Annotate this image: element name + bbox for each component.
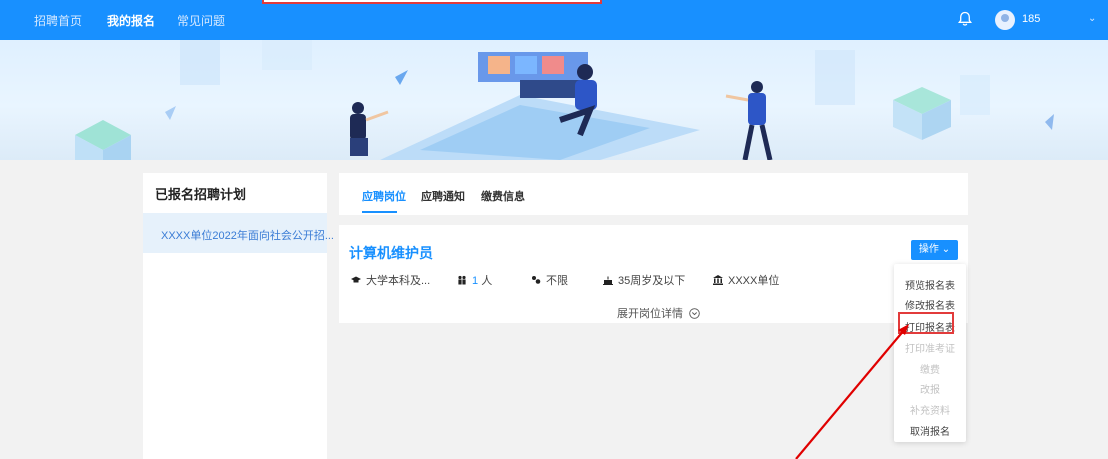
job-card: 计算机维护员 大学本科及... 1 人 不限 35周岁及以下 XXXX单位 展开… (339, 225, 968, 323)
education-value: 大学本科及... (366, 275, 431, 287)
employer-unit: XXXX单位 (713, 272, 779, 288)
graduation-cap-icon (351, 276, 361, 283)
operation-dropdown-menu: 预览报名表 修改报名表 打印报名表 打印准考证 缴费 改报 补充资料 取消报名 (894, 264, 966, 442)
highlight-box-top (262, 0, 602, 4)
education-requirement: 大学本科及... (351, 272, 430, 288)
tab-payment-info[interactable]: 缴费信息 (481, 188, 525, 204)
highlight-box-print-form (898, 312, 954, 334)
menu-item-edit-form[interactable]: 修改报名表 (894, 297, 966, 312)
menu-item-cancel-registration[interactable]: 取消报名 (894, 423, 966, 438)
panel-title: 已报名招聘计划 (155, 187, 247, 202)
chevron-down-circle-icon (689, 308, 700, 319)
menu-item-print-admission-ticket[interactable]: 打印准考证 (894, 340, 966, 355)
username[interactable]: 185 (1022, 13, 1040, 25)
menu-item-supplement-materials[interactable]: 补充资料 (894, 402, 966, 417)
chevron-down-icon[interactable]: ⌄ (1088, 13, 1096, 24)
expand-details-link[interactable]: 展开岗位详情 (617, 305, 700, 321)
headcount: 1 人 (457, 272, 492, 288)
bell-icon[interactable] (957, 11, 973, 27)
people-icon (458, 275, 466, 285)
registered-plans-panel: 已报名招聘计划 XXXX单位2022年面向社会公开招... (143, 173, 334, 459)
content-area (339, 323, 968, 459)
menu-item-payment[interactable]: 缴费 (894, 361, 966, 376)
tab-applied-position[interactable]: 应聘岗位 (362, 188, 406, 204)
headcount-value: 1 (472, 275, 479, 287)
top-nav-bar: 招聘首页 我的报名 常见问题 185 ⌄ (0, 0, 1108, 40)
operation-button-label: 操作 (918, 244, 939, 255)
tab-application-notice[interactable]: 应聘通知 (421, 188, 465, 204)
gender-value: 不限 (546, 275, 568, 287)
job-title: 计算机维护员 (349, 245, 433, 261)
banner-illustration (0, 40, 1108, 160)
tabs-bar: 应聘岗位 应聘通知 缴费信息 (339, 173, 968, 215)
plan-list-item[interactable]: XXXX单位2022年面向社会公开招... (143, 213, 334, 253)
nav-item-home[interactable]: 招聘首页 (34, 12, 82, 29)
active-tab-indicator (362, 211, 397, 213)
bank-icon (713, 275, 723, 285)
age-requirement: 35周岁及以下 (603, 272, 685, 288)
unit-value: XXXX单位 (728, 275, 780, 287)
avatar[interactable] (995, 10, 1015, 30)
gender-requirement: 不限 (531, 272, 568, 288)
gender-icon (532, 276, 541, 284)
nav-item-my-registration[interactable]: 我的报名 (107, 12, 155, 29)
menu-item-change-application[interactable]: 改报 (894, 381, 966, 396)
age-value: 35周岁及以下 (618, 275, 686, 287)
menu-item-preview-form[interactable]: 预览报名表 (894, 277, 966, 292)
chevron-down-icon: ⌄ (941, 244, 951, 255)
operation-dropdown-button[interactable]: 操作 ⌄ (911, 240, 958, 260)
expand-details-label: 展开岗位详情 (617, 308, 683, 320)
cake-icon (603, 276, 613, 285)
nav-item-faq[interactable]: 常见问题 (177, 12, 225, 29)
headcount-unit: 人 (481, 275, 493, 287)
plan-list-item-label: XXXX单位2022年面向社会公开招... (161, 230, 334, 242)
